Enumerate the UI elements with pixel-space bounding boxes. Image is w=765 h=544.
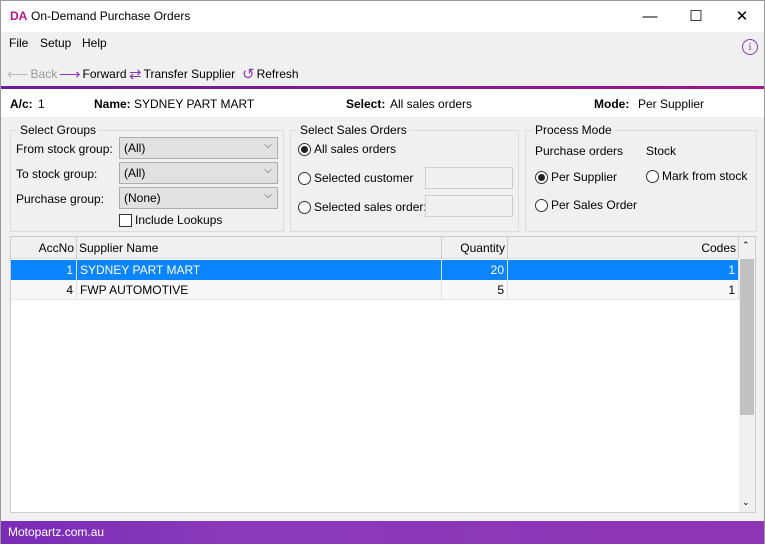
- purchase-group-select[interactable]: (None) ⌵: [119, 187, 278, 209]
- select-value: All sales orders: [390, 97, 473, 111]
- radio-all-sales-orders[interactable]: All sales orders: [298, 142, 396, 156]
- radio-selected-sales-order[interactable]: Selected sales order:: [298, 200, 427, 214]
- window-title: On-Demand Purchase Orders: [31, 9, 191, 23]
- transfer-supplier-button[interactable]: ⇄ Transfer Supplier: [129, 65, 235, 83]
- table-row[interactable]: 4 FWP AUTOMOTIVE 5 1: [11, 280, 739, 300]
- minimize-button[interactable]: —: [627, 1, 673, 32]
- scroll-down-icon[interactable]: ⌄: [742, 497, 750, 508]
- refresh-icon: ↺: [242, 66, 255, 83]
- sales-order-input[interactable]: [425, 195, 513, 217]
- column-supplier-name[interactable]: Supplier Name: [77, 237, 442, 259]
- radio-per-supplier[interactable]: Per Supplier: [535, 170, 617, 184]
- suppliers-table: AccNo Supplier Name Quantity Codes 1 SYD…: [10, 236, 756, 513]
- customer-input[interactable]: [425, 167, 513, 189]
- name-value: SYDNEY PART MART: [134, 97, 255, 111]
- scrollbar-thumb[interactable]: [740, 259, 754, 415]
- refresh-button[interactable]: ↺ Refresh: [242, 65, 299, 83]
- vertical-scrollbar[interactable]: ⌃ ⌄: [739, 237, 755, 512]
- from-stock-group-select[interactable]: (All) ⌵: [119, 137, 278, 159]
- close-button[interactable]: ✕: [719, 1, 765, 32]
- arrow-left-icon: ⟵: [7, 66, 29, 83]
- status-bar: Motopartz.com.au: [1, 521, 764, 544]
- menu-file[interactable]: File: [9, 36, 28, 50]
- chevron-down-icon: ⌵: [264, 190, 272, 201]
- radio-mark-from-stock[interactable]: Mark from stock: [646, 169, 747, 183]
- info-row: A/c: 1 Name: SYDNEY PART MART Select: Al…: [1, 89, 764, 117]
- radio-per-sales-order[interactable]: Per Sales Order: [535, 198, 637, 212]
- radio-selected-customer[interactable]: Selected customer: [298, 171, 413, 185]
- to-stock-group-select[interactable]: (All) ⌵: [119, 162, 278, 184]
- chevron-down-icon: ⌵: [264, 140, 272, 151]
- column-codes[interactable]: Codes: [508, 237, 739, 259]
- back-button[interactable]: ⟵ Back: [7, 65, 57, 83]
- transfer-icon: ⇄: [129, 66, 142, 83]
- column-accno[interactable]: AccNo: [11, 237, 77, 259]
- info-icon[interactable]: i: [742, 39, 758, 55]
- chevron-down-icon: ⌵: [264, 165, 272, 176]
- account-value: 1: [38, 97, 45, 111]
- scroll-up-icon[interactable]: ⌃: [742, 240, 750, 251]
- menu-setup[interactable]: Setup: [40, 36, 71, 50]
- include-lookups-checkbox[interactable]: Include Lookups: [119, 213, 222, 227]
- maximize-button[interactable]: ☐: [673, 1, 719, 32]
- mode-value: Per Supplier: [638, 97, 705, 111]
- arrow-right-icon: ⟶: [59, 66, 81, 83]
- app-logo: DA: [10, 9, 28, 23]
- table-row[interactable]: 1 SYDNEY PART MART 20 1: [11, 260, 739, 280]
- title-bar: DA On-Demand Purchase Orders — ☐ ✕: [1, 1, 764, 32]
- menu-help[interactable]: Help: [82, 36, 107, 50]
- forward-button[interactable]: ⟶ Forward: [59, 65, 127, 83]
- column-quantity[interactable]: Quantity: [442, 237, 508, 259]
